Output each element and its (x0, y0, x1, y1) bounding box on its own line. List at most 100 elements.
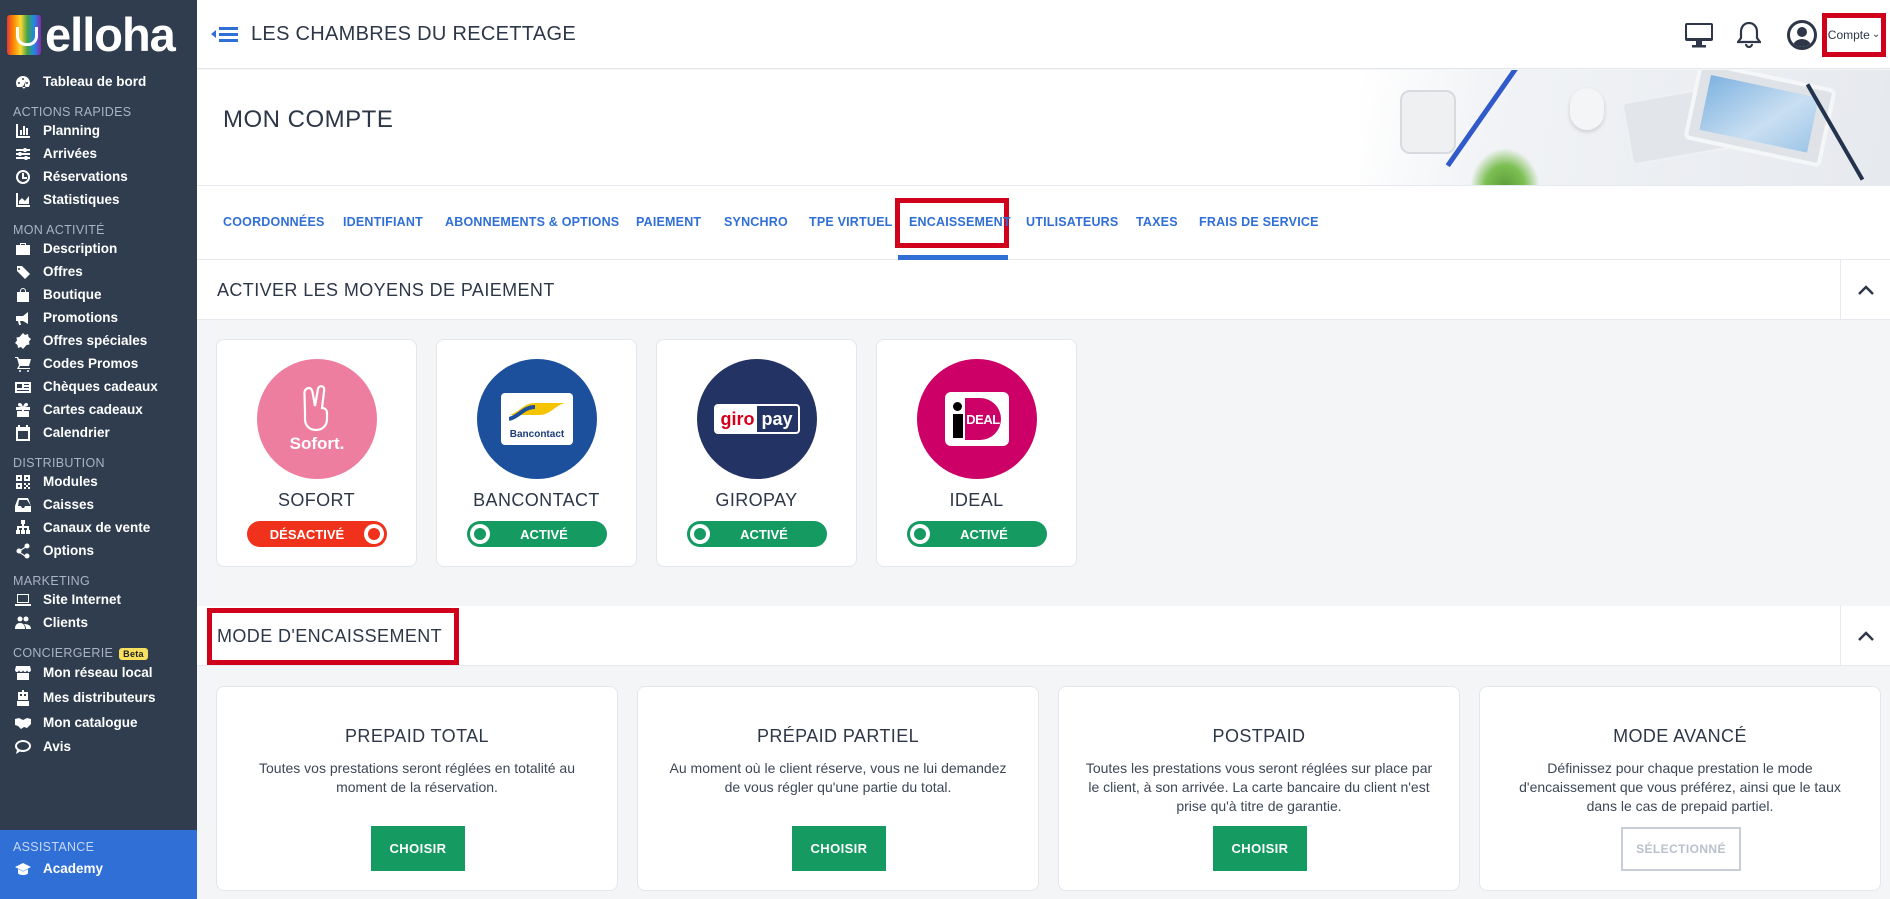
sidebar-item-site-internet[interactable]: Site Internet (0, 588, 197, 611)
sidebar-item-reservations[interactable]: Réservations (0, 165, 197, 188)
sidebar-item-label: Caisses (43, 497, 95, 512)
sidebar-item-canaux-de-vente[interactable]: Canaux de vente (0, 516, 197, 539)
inbox-icon (13, 497, 33, 513)
tab-paiement[interactable]: PAIEMENT (636, 215, 701, 229)
notifications-button[interactable] (1733, 19, 1765, 51)
sidebar-item-label: Tableau de bord (43, 74, 147, 89)
ideal-bar (953, 414, 963, 438)
sidebar-item-caisses[interactable]: Caisses (0, 493, 197, 516)
toggle-knob (690, 524, 710, 544)
payment-method-card-ideal: DEAL IDEAL ACTIVÉ (876, 339, 1077, 567)
menu-collapse-icon (211, 27, 238, 42)
mode-description: Toutes les prestations vous seront réglé… (1085, 760, 1433, 814)
account-menu[interactable]: Compte ⌄ (1787, 12, 1886, 57)
selected-button[interactable]: SÉLECTIONNÉ (1621, 827, 1741, 871)
sidebar-section-title: ACTIONS RAPIDES (13, 105, 132, 119)
sofort-logo-text: Sofort. (289, 434, 345, 453)
sidebar-item-mes-distributeurs[interactable]: Mes distributeurs (0, 685, 197, 710)
sidebar-item-statistiques[interactable]: Statistiques (0, 188, 197, 211)
sidebar-item-codes-promos[interactable]: Codes Promos (0, 352, 197, 375)
sidebar-item-label: Clients (43, 615, 89, 630)
tab-abonnements-options[interactable]: ABONNEMENTS & OPTIONS (445, 215, 619, 229)
hotel-name: LES CHAMBRES DU RECETTAGE (251, 22, 576, 45)
sidebar-item-description[interactable]: Description (0, 237, 197, 260)
robot-icon (13, 689, 33, 706)
account-tabs: COORDONNÉES IDENTIFIANT ABONNEMENTS & OP… (197, 185, 1890, 260)
sidebar-item-mon-catalogue[interactable]: Mon catalogue (0, 710, 197, 735)
sidebar-item-label: Cartes cadeaux (43, 402, 143, 417)
sidebar-item-avis[interactable]: Avis (0, 735, 197, 758)
sidebar-item-promotions[interactable]: Promotions (0, 306, 197, 329)
sidebar-item-label: Modules (43, 474, 98, 489)
choose-button[interactable]: CHOISIR (1213, 826, 1307, 871)
bancontact-badge: Bancontact (501, 393, 573, 445)
ideal-d-shape: DEAL (965, 398, 1001, 440)
payment-toggle-bancontact[interactable]: ACTIVÉ (467, 521, 607, 547)
sidebar-item-arrivees[interactable]: Arrivées (0, 142, 197, 165)
choose-button[interactable]: CHOISIR (792, 826, 886, 871)
chevron-up-icon (1857, 285, 1874, 295)
sidebar-item-label: Boutique (43, 287, 102, 302)
payment-toggle-giropay[interactable]: ACTIVÉ (687, 521, 827, 547)
sidebar-item-label: Calendrier (43, 425, 110, 440)
tab-identifiant[interactable]: IDENTIFIANT (343, 215, 423, 229)
newspaper-icon (13, 379, 33, 395)
sidebar-item-clients[interactable]: Clients (0, 611, 197, 634)
comment-icon (13, 739, 33, 755)
tab-tpe-virtuel[interactable]: TPE VIRTUEL (809, 215, 892, 229)
user-avatar-icon (1787, 19, 1817, 50)
sidebar-item-mon-reseau-local[interactable]: Mon réseau local (0, 660, 197, 685)
sidebar-item-label: Planning (43, 123, 100, 138)
payment-toggle-sofort[interactable]: DÉSACTIVÉ (247, 521, 387, 547)
sidebar-section-title: CONCIERGERIE Beta (0, 637, 197, 660)
payment-toggle-ideal[interactable]: ACTIVÉ (907, 521, 1047, 547)
collapse-button[interactable] (1840, 606, 1890, 666)
tab-utilisateurs[interactable]: UTILISATEURS (1026, 215, 1118, 229)
sidebar-item-options[interactable]: Options (0, 539, 197, 562)
users-icon (13, 615, 33, 631)
choose-button[interactable]: CHOISIR (371, 826, 465, 871)
sidebar-toggle-button[interactable] (211, 24, 239, 44)
sidebar-item-boutique[interactable]: Boutique (0, 283, 197, 306)
sidebar-item-calendrier[interactable]: Calendrier (0, 421, 197, 444)
ideal-dot (953, 402, 962, 411)
payment-methods-header: ACTIVER LES MOYENS DE PAIEMENT (197, 260, 1890, 320)
monitor-icon (1685, 22, 1713, 47)
sidebar-item-modules[interactable]: Modules (0, 470, 197, 493)
sidebar-item-cartes-cadeaux[interactable]: Cartes cadeaux (0, 398, 197, 421)
sidebar-section-title: DISTRIBUTION (13, 456, 105, 470)
tab-frais-de-service[interactable]: FRAIS DE SERVICE (1199, 215, 1319, 229)
share-icon (13, 543, 33, 559)
sidebar-item-cheques-cadeaux[interactable]: Chèques cadeaux (0, 375, 197, 398)
sidebar-item-label: Réservations (43, 169, 128, 184)
megaphone-icon (13, 310, 33, 326)
sidebar-item-dashboard[interactable]: Tableau de bord (0, 70, 197, 93)
tab-coordonnees[interactable]: COORDONNÉES (223, 215, 325, 229)
giropay-logo-text-a: giro (716, 406, 758, 432)
mouse-illustration (1570, 88, 1604, 130)
collapse-button[interactable] (1840, 260, 1890, 320)
payment-method-card-giropay: giro pay GIROPAY ACTIVÉ (656, 339, 857, 567)
sidebar-item-offres-speciales[interactable]: Offres spéciales (0, 329, 197, 352)
brand-logo[interactable]: elloha (0, 0, 197, 69)
tab-taxes[interactable]: TAXES (1136, 215, 1178, 229)
sidebar-item-label: Options (43, 543, 94, 558)
tab-synchro[interactable]: SYNCHRO (724, 215, 788, 229)
jar-illustration (1400, 90, 1456, 154)
bancontact-wave-icon (509, 403, 565, 421)
sidebar-item-offres[interactable]: Offres (0, 260, 197, 283)
sidebar-item-label: Avis (43, 739, 72, 754)
monitor-button[interactable] (1683, 19, 1715, 51)
sidebar-item-label: Statistiques (43, 192, 120, 207)
sidebar-item-academy[interactable]: Academy (0, 857, 197, 880)
mode-title: MODE AVANCÉ (1613, 726, 1747, 746)
plant-illustration (1470, 148, 1540, 185)
account-dropdown-button[interactable]: Compte ⌄ (1822, 12, 1886, 57)
tab-encaissement[interactable]: ENCAISSEMENT (909, 215, 1011, 229)
sidebar-item-planning[interactable]: Planning (0, 119, 197, 142)
ideal-logo: DEAL (917, 359, 1037, 479)
sidebar: elloha Tableau de bord ACTIONS RAPIDES P… (0, 0, 197, 899)
tags-icon (13, 264, 33, 280)
laptop-icon (13, 592, 33, 608)
toggle-knob (910, 524, 930, 544)
